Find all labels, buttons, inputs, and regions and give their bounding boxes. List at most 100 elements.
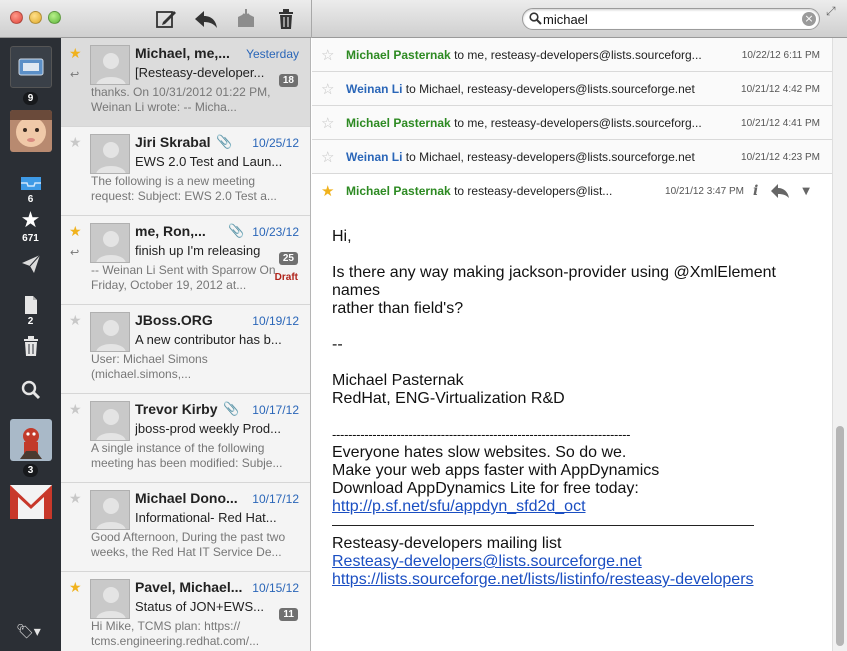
- unified-inbox-icon: [9, 46, 52, 88]
- signature-separator: --: [332, 336, 343, 353]
- compose-icon[interactable]: [153, 6, 179, 32]
- star-icon[interactable]: ★: [69, 491, 82, 507]
- reply-icon[interactable]: [770, 183, 790, 199]
- trash-icon[interactable]: [273, 6, 299, 32]
- thread-message-header: Michael Pasternak to me, resteasy-develo…: [346, 48, 702, 62]
- list-item[interactable]: ★ JBoss.ORG 10/19/12 A new contributor h…: [61, 305, 310, 394]
- star-icon[interactable]: ★: [69, 580, 82, 596]
- thread-message-row[interactable]: ☆ Michael Pasternak to me, resteasy-deve…: [312, 38, 832, 72]
- message-subject: [Resteasy-developer...: [135, 65, 265, 80]
- mailing-list-name: Resteasy-developers mailing list: [332, 535, 562, 552]
- star-icon[interactable]: ☆: [321, 114, 334, 132]
- recipients: to Michael, resteasy-developers@lists.so…: [405, 150, 695, 164]
- mailing-list-email-link[interactable]: Resteasy-developers@lists.sourceforge.ne…: [332, 553, 642, 570]
- search-input[interactable]: [543, 11, 793, 27]
- message-subject: EWS 2.0 Test and Laun...: [135, 154, 283, 169]
- chevron-down-icon[interactable]: ▼: [802, 186, 810, 197]
- from-name: Weinan Li: [346, 150, 403, 164]
- message-date: 10/17/12: [252, 403, 299, 417]
- account-avatar-primary[interactable]: [0, 110, 61, 152]
- inbox-nav-item[interactable]: 6: [0, 173, 61, 205]
- drafts-nav-item[interactable]: 2: [0, 295, 61, 327]
- window-close-button[interactable]: [10, 11, 23, 24]
- star-icon[interactable]: ☆: [321, 148, 334, 166]
- thread-count-badge: 25: [278, 252, 298, 265]
- message-actions: i ▼: [753, 183, 810, 199]
- thread-message-row[interactable]: ☆ Weinan Li to Michael, resteasy-develop…: [312, 72, 832, 106]
- list-item[interactable]: ★ Michael Dono... 10/17/12 Informational…: [61, 483, 310, 572]
- gmail-logo-icon: [9, 485, 52, 519]
- trash-icon: [23, 336, 38, 356]
- star-icon[interactable]: ★: [321, 182, 334, 200]
- list-item[interactable]: ★ Pavel, Michael... 10/15/12 Status of J…: [61, 572, 310, 651]
- sender-name: Jiri Skrabal: [135, 134, 211, 150]
- contact-photo: [90, 490, 130, 530]
- starred-nav-item[interactable]: ★ 671: [0, 210, 61, 245]
- list-item[interactable]: ★ ↩ Michael, me,... Yesterday [Resteasy-…: [61, 38, 310, 127]
- search-nav-item[interactable]: [0, 380, 61, 400]
- window-zoom-button[interactable]: [48, 11, 61, 24]
- body-line: rather than field's?: [332, 300, 464, 317]
- footer-rule: [332, 525, 754, 526]
- contact-photo: [90, 134, 130, 174]
- message-subject: Informational- Red Hat...: [135, 510, 277, 525]
- from-name: Michael Pasternak: [346, 48, 451, 62]
- list-item[interactable]: ★ Jiri Skrabal 📎 10/25/12 EWS 2.0 Test a…: [61, 127, 310, 216]
- search-field[interactable]: ×: [522, 8, 820, 30]
- message-date: 10/21/12 3:47 PM: [665, 186, 744, 197]
- scrollbar-thumb[interactable]: [836, 426, 844, 646]
- thread-message-row[interactable]: ☆ Michael Pasternak to me, resteasy-deve…: [312, 106, 832, 140]
- thread-message-header: Weinan Li to Michael, resteasy-developer…: [346, 82, 695, 96]
- avatar: [9, 419, 52, 461]
- star-icon[interactable]: ★: [69, 135, 82, 151]
- search-icon: [21, 380, 40, 400]
- message-date: 10/21/12 4:23 PM: [741, 152, 820, 163]
- reading-pane-scrollbar[interactable]: [832, 38, 847, 651]
- contact-photo: [90, 45, 130, 85]
- account-unread-count: 9: [22, 92, 39, 105]
- thread-count-badge: 11: [279, 608, 298, 621]
- star-icon[interactable]: ☆: [321, 46, 334, 64]
- info-icon[interactable]: i: [753, 183, 758, 199]
- search-icon: [529, 12, 542, 28]
- message-subject: A new contributor has b...: [135, 332, 282, 347]
- drafts-count: 2: [27, 316, 34, 327]
- reply-icon[interactable]: [193, 6, 219, 32]
- unified-accounts-item[interactable]: [0, 46, 61, 88]
- star-icon[interactable]: ☆: [321, 80, 334, 98]
- footer-dash-rule: ----------------------------------------…: [332, 427, 631, 442]
- labels-menu-button[interactable]: 🏷▾: [0, 624, 61, 640]
- toolbar-divider: [311, 0, 312, 38]
- window-minimize-button[interactable]: [29, 11, 42, 24]
- list-item[interactable]: ★ Trevor Kirby 📎 10/17/12 jboss-prod wee…: [61, 394, 310, 483]
- fullscreen-icon[interactable]: ⤢: [826, 4, 836, 19]
- attachment-icon: 📎: [223, 402, 240, 417]
- clear-search-icon[interactable]: ×: [802, 12, 816, 26]
- body-line: Is there any way making jackson-provider…: [332, 264, 776, 299]
- thread-message-header: Michael Pasternak to me, resteasy-develo…: [346, 116, 702, 130]
- message-preview: thanks. On 10/31/2012 01:22 PM, Weinan L…: [91, 85, 271, 114]
- body-line: Make your web apps faster with AppDynami…: [332, 462, 660, 479]
- list-item[interactable]: ★ ↩ me, Ron,... 📎 10/23/12 finish up I'm…: [61, 216, 310, 305]
- archive-icon[interactable]: [233, 6, 259, 32]
- document-icon: [24, 296, 37, 314]
- sent-nav-item[interactable]: [0, 254, 61, 274]
- star-icon[interactable]: ★: [69, 46, 82, 62]
- mailing-list-url-link[interactable]: https://lists.sourceforge.net/lists/list…: [332, 571, 754, 588]
- unified-accounts-count: 9: [0, 92, 61, 105]
- trash-nav-item[interactable]: [0, 336, 61, 356]
- star-icon[interactable]: ★: [69, 402, 82, 418]
- account-sidebar: 9 6 ★ 671 2 3 🏷▾: [0, 38, 61, 651]
- draft-label: Draft: [274, 272, 298, 283]
- star-icon[interactable]: ★: [69, 313, 82, 329]
- body-line: Hi,: [332, 228, 352, 245]
- star-icon[interactable]: ★: [69, 224, 82, 240]
- message-preview: -- Weinan Li Sent with Sparrow On Friday…: [91, 263, 276, 292]
- gmail-account-item[interactable]: [0, 481, 61, 523]
- account-avatar-secondary[interactable]: [0, 419, 61, 461]
- recipients: to Michael, resteasy-developers@lists.so…: [405, 82, 695, 96]
- ad-link[interactable]: http://p.sf.net/sfu/appdyn_sfd2d_oct: [332, 498, 586, 515]
- sender-name: me, Ron,...: [135, 223, 206, 239]
- thread-message-row[interactable]: ☆ Weinan Li to Michael, resteasy-develop…: [312, 140, 832, 174]
- message-date: 10/25/12: [252, 136, 299, 150]
